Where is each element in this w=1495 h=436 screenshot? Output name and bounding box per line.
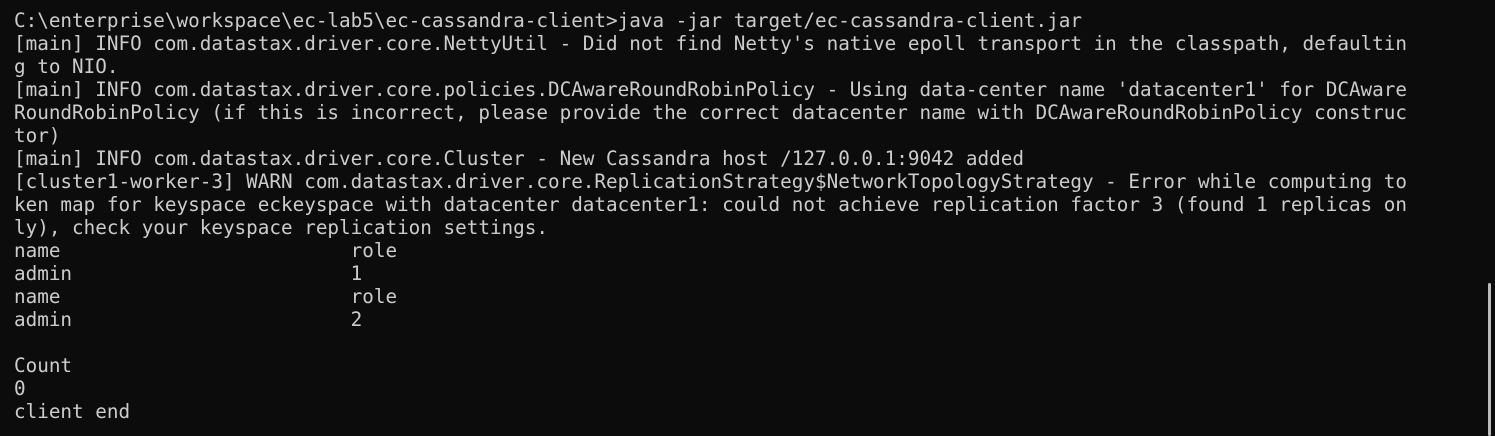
log-line: tor) bbox=[14, 124, 61, 147]
output-line: name role bbox=[14, 285, 398, 308]
output-line: admin 1 bbox=[14, 262, 363, 285]
scrollbar-thumb[interactable] bbox=[1488, 283, 1491, 436]
log-line: [main] INFO com.datastax.driver.core.Net… bbox=[14, 32, 1407, 55]
output-line: name role bbox=[14, 239, 398, 262]
warn-line: [cluster1-worker-3] WARN com.datastax.dr… bbox=[14, 170, 1407, 193]
log-line: RoundRobinPolicy (if this is incorrect, … bbox=[14, 101, 1407, 124]
output-line: client end bbox=[14, 400, 131, 423]
terminal-window[interactable]: C:\enterprise\workspace\ec-lab5\ec-cassa… bbox=[0, 0, 1495, 436]
output-line: Count bbox=[14, 354, 73, 377]
output-line: admin 2 bbox=[14, 308, 363, 331]
log-line: [main] INFO com.datastax.driver.core.pol… bbox=[14, 78, 1407, 101]
output-line: 0 bbox=[14, 377, 26, 400]
command-line: C:\enterprise\workspace\ec-lab5\ec-cassa… bbox=[14, 9, 1082, 32]
log-line: g to NIO. bbox=[14, 55, 119, 78]
log-line: [main] INFO com.datastax.driver.core.Clu… bbox=[14, 147, 1024, 170]
console-output: C:\enterprise\workspace\ec-lab5\ec-cassa… bbox=[14, 9, 1407, 423]
warn-line: ken map for keyspace eckeyspace with dat… bbox=[14, 193, 1407, 216]
warn-line: ly), check your keyspace replication set… bbox=[14, 216, 548, 239]
vertical-scrollbar[interactable] bbox=[1485, 0, 1495, 436]
